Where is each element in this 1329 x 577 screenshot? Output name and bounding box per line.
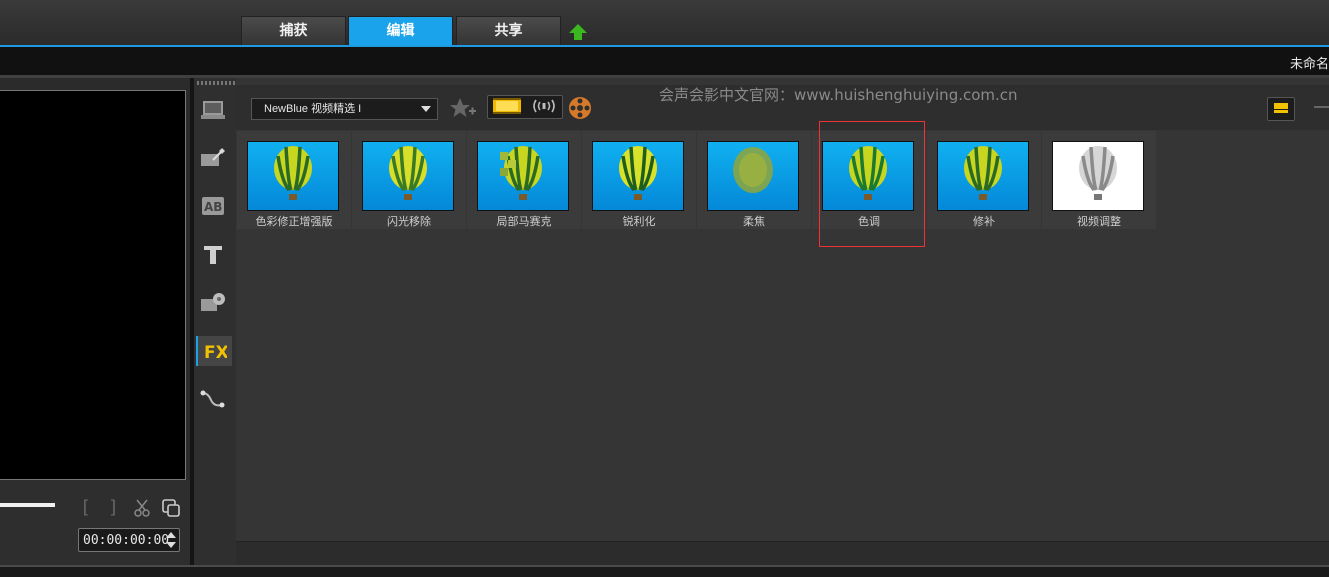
project-title: 未命名 bbox=[1289, 57, 1329, 72]
category-dropdown[interactable]: NewBlue 视频精选 I bbox=[251, 98, 438, 120]
project-strip bbox=[0, 47, 1329, 75]
effect-label: 柔焦 bbox=[743, 215, 765, 228]
effect-thumbnail bbox=[592, 141, 684, 211]
mark-out-icon[interactable]: ] bbox=[108, 497, 119, 518]
panel-toggle-icon bbox=[1274, 103, 1288, 113]
add-to-favorites-icon[interactable] bbox=[449, 96, 477, 120]
audio-view-icon[interactable] bbox=[527, 97, 561, 115]
upload-arrow-icon[interactable] bbox=[567, 22, 589, 42]
effect-item[interactable]: 修补 bbox=[927, 131, 1041, 229]
hot-air-balloon-icon bbox=[619, 146, 657, 200]
effect-thumbnail bbox=[937, 141, 1029, 211]
mark-in-icon[interactable]: [ bbox=[80, 497, 91, 518]
preview-controls bbox=[0, 480, 190, 570]
hot-air-balloon-icon bbox=[1079, 146, 1117, 200]
tab-edit[interactable]: 编辑 bbox=[348, 16, 453, 45]
effect-item[interactable]: 柔焦 bbox=[697, 131, 811, 229]
hot-air-balloon-icon bbox=[500, 146, 542, 200]
hot-air-balloon-icon bbox=[274, 146, 312, 200]
instant-project-icon[interactable] bbox=[196, 143, 230, 173]
effect-item[interactable]: 锐利化 bbox=[582, 131, 696, 229]
graphic-icon[interactable] bbox=[196, 287, 230, 317]
title-icon[interactable] bbox=[196, 240, 230, 270]
preview-window[interactable] bbox=[0, 90, 186, 480]
zoom-slider[interactable] bbox=[1314, 106, 1329, 108]
effect-item[interactable]: 闪光移除 bbox=[352, 131, 466, 229]
scrub-bar[interactable] bbox=[0, 503, 55, 507]
effect-label: 闪光移除 bbox=[387, 215, 431, 228]
tab-share[interactable]: 共享 bbox=[456, 16, 561, 45]
effect-item[interactable]: 局部马赛克 bbox=[467, 131, 581, 229]
hot-air-balloon-icon bbox=[964, 146, 1002, 200]
path-icon[interactable] bbox=[196, 384, 230, 414]
effect-item[interactable]: 视频调整 bbox=[1042, 131, 1156, 229]
effect-item[interactable]: 色彩修正增强版 bbox=[237, 131, 351, 229]
svg-text:FX: FX bbox=[204, 343, 227, 361]
watermark-text: 会声会影中文官网：www.huishenghuiying.com.cn bbox=[659, 86, 1018, 104]
filter-fx-icon[interactable]: FX bbox=[196, 336, 232, 366]
effect-label: 修补 bbox=[973, 215, 995, 228]
effect-label: 锐利化 bbox=[622, 215, 656, 228]
effect-thumbnail bbox=[362, 141, 454, 211]
svg-text:AB: AB bbox=[204, 200, 222, 214]
video-view-icon[interactable] bbox=[490, 97, 524, 115]
transition-icon[interactable]: AB bbox=[196, 191, 230, 221]
selection-highlight bbox=[819, 121, 925, 247]
enlarge-icon[interactable] bbox=[161, 498, 181, 518]
effect-label: 视频调整 bbox=[1077, 215, 1121, 228]
chevron-down-icon bbox=[421, 106, 431, 112]
bottom-edge bbox=[0, 565, 1329, 577]
effect-thumbnail bbox=[247, 141, 339, 211]
effect-thumbnail bbox=[477, 141, 569, 211]
options-button[interactable] bbox=[1267, 97, 1295, 121]
media-icon[interactable] bbox=[196, 94, 230, 124]
timecode-stepper-icon[interactable] bbox=[165, 530, 177, 550]
effect-thumbnail bbox=[1052, 141, 1144, 211]
hot-air-balloon-icon bbox=[389, 146, 427, 200]
top-bar bbox=[0, 0, 1329, 46]
effect-label: 局部马赛克 bbox=[496, 215, 552, 228]
effect-thumbnail bbox=[707, 141, 799, 211]
hot-air-balloon-icon bbox=[733, 147, 773, 193]
horizontal-scrollbar[interactable] bbox=[236, 541, 1329, 566]
scissors-icon[interactable] bbox=[133, 498, 151, 518]
film-reel-icon[interactable] bbox=[568, 96, 592, 120]
tab-capture[interactable]: 捕获 bbox=[241, 16, 346, 45]
effect-label: 色彩修正增强版 bbox=[255, 215, 333, 228]
